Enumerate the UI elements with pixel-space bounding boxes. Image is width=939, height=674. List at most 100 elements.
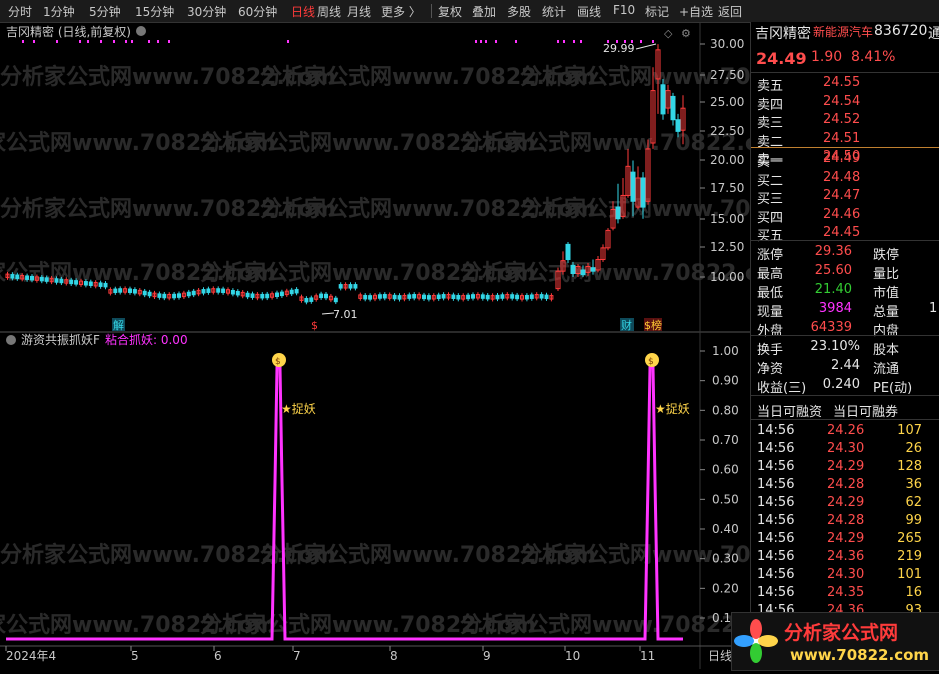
restore-right-button[interactable]: 复权 — [438, 3, 462, 20]
stock-name: 吉冈精密 — [755, 26, 811, 42]
stat-row: 涨停 29.36 跌停 — [751, 243, 939, 263]
price-tick: 12.50 — [710, 240, 744, 254]
pinwheel-icon — [734, 619, 778, 663]
stat-value: 64339 — [810, 320, 852, 335]
candle-body — [510, 294, 515, 299]
add-watchlist-button[interactable]: +自选 — [679, 3, 713, 20]
indicator-settings-icon[interactable] — [6, 335, 16, 345]
event-dot — [475, 40, 477, 43]
tick-row: 14:56 24.36 219 — [751, 548, 939, 567]
date-tick: 10 — [565, 649, 580, 663]
tick-time: 14:56 — [757, 567, 795, 582]
statistics-button[interactable]: 统计 — [542, 3, 566, 20]
price-tick: 17.50 — [710, 181, 744, 195]
tick-time: 14:56 — [757, 459, 795, 474]
quote-panel: 吉冈精密 新能源汽车 836720 通 24.49 1.90 8.41% 卖五 2… — [750, 22, 939, 669]
tick-time: 14:56 — [757, 477, 795, 492]
more-menu[interactable]: 更多 〉 — [381, 3, 421, 20]
tick-row: 14:56 24.28 36 — [751, 476, 939, 495]
event-dot — [573, 40, 575, 43]
mark-button[interactable]: 标记 — [645, 3, 669, 20]
bid-price: 24.49 — [823, 151, 861, 166]
candle-body — [250, 293, 255, 298]
multi-stock-button[interactable]: 多股 — [507, 3, 531, 20]
stat-label: 总量 — [873, 305, 900, 320]
candle-body — [368, 295, 373, 300]
marker-dollar[interactable]: $ — [311, 319, 318, 332]
tab-margin-short[interactable]: 当日可融券 — [833, 401, 898, 420]
back-button[interactable]: 返回 — [718, 3, 742, 20]
logo-url: www.70822.com — [790, 646, 929, 664]
gear-icon[interactable]: ⚙ — [681, 27, 691, 40]
event-dot — [640, 40, 642, 43]
drawing-button[interactable]: 画线 — [577, 3, 601, 20]
stock-code-suffix: 通 — [928, 26, 939, 42]
candle-body — [348, 284, 353, 289]
signal-marker-1: $ — [272, 353, 286, 367]
candle-body — [615, 206, 621, 220]
tick-volume: 62 — [905, 495, 922, 510]
event-dot — [157, 40, 159, 43]
date-tick: 7 — [293, 649, 301, 663]
tab-monthly[interactable]: 月线 — [347, 3, 371, 20]
f10-button[interactable]: F10 — [613, 3, 635, 17]
settings-icon[interactable] — [136, 26, 146, 36]
stat-row: 收益(三) 0.240 PE(动) — [751, 376, 939, 396]
indicator-axis: 1.000.900.800.700.600.500.400.300.200.10 — [700, 344, 739, 625]
event-dot — [557, 40, 559, 43]
tick-price: 24.29 — [827, 459, 865, 474]
candle-body — [377, 294, 382, 299]
tick-row: 14:56 24.30 26 — [751, 440, 939, 459]
last-price: 24.49 — [756, 49, 807, 68]
stat-value: 3984 — [818, 301, 852, 316]
marker-unlock[interactable]: 解 — [113, 318, 124, 332]
tab-60min[interactable]: 60分钟 — [238, 3, 277, 20]
kline-chart[interactable]: 分析家公式网www.70822.com 分析家公式网www.70822.com 分析… — [0, 22, 750, 669]
tab-intraday[interactable]: 分时 — [8, 3, 32, 20]
event-dot — [79, 40, 81, 43]
tab-margin-finance[interactable]: 当日可融资 — [757, 401, 822, 420]
tab-15min[interactable]: 15分钟 — [135, 3, 174, 20]
indicator-tick: 0.30 — [712, 552, 739, 566]
indicator-tick: 0.50 — [712, 492, 739, 506]
bid-label: 买五 — [757, 229, 784, 244]
candle-body — [485, 294, 490, 300]
diamond-icon[interactable]: ◇ — [664, 27, 673, 40]
tab-1min[interactable]: 1分钟 — [43, 3, 75, 20]
candle-body — [44, 277, 49, 282]
candle-body — [88, 281, 93, 287]
ask-price: 24.52 — [823, 112, 861, 127]
tick-time: 14:56 — [757, 585, 795, 600]
logo-text: 分析家公式网 — [784, 621, 898, 644]
candle-body — [235, 290, 240, 296]
tab-weekly[interactable]: 周线 — [317, 3, 341, 20]
stat-value: 2.44 — [831, 358, 860, 373]
price-change: 1.90 — [811, 49, 843, 65]
candle-body — [294, 288, 299, 294]
candle-body — [309, 297, 314, 302]
tab-5min[interactable]: 5分钟 — [89, 3, 121, 20]
candle-body — [456, 295, 461, 300]
high-price-label: 29.99 — [603, 42, 635, 55]
candle-body — [98, 282, 103, 287]
stat-value: 25.60 — [814, 263, 852, 278]
stat-value: 1 — [929, 301, 938, 316]
tab-daily[interactable]: 日线 — [291, 3, 315, 20]
tick-price: 24.36 — [827, 549, 865, 564]
signal-label-1: ★捉妖 — [281, 401, 316, 416]
candle-body — [69, 279, 74, 285]
candle-body — [10, 274, 15, 279]
tick-row: 14:56 24.29 265 — [751, 530, 939, 549]
event-dot — [22, 40, 24, 43]
indicator-value: 粘合抓妖: 0.00 — [105, 332, 188, 347]
tab-30min[interactable]: 30分钟 — [187, 3, 226, 20]
price-tick: 25.00 — [710, 95, 744, 109]
event-dot — [652, 40, 654, 43]
sector-tag[interactable]: 新能源汽车 — [813, 23, 873, 40]
marker-finance[interactable]: 财 — [621, 318, 632, 332]
low-price-label: 7.01 — [333, 308, 358, 321]
overlay-button[interactable]: 叠加 — [472, 3, 496, 20]
stat-value: 21.40 — [814, 282, 852, 297]
marker-dragon-tiger[interactable]: $榜 — [644, 318, 662, 332]
candle-body — [529, 294, 534, 299]
